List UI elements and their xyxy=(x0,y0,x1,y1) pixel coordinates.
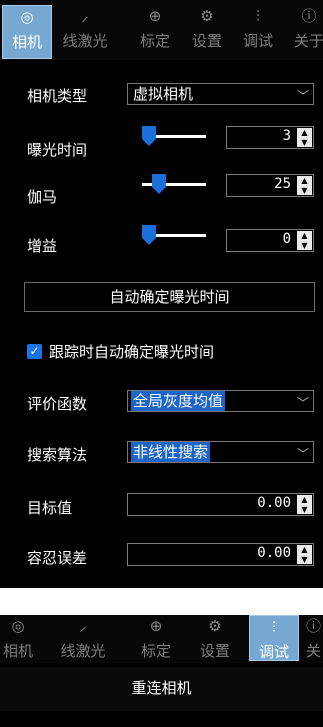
gain-value: 0 xyxy=(282,231,291,247)
tab-camera[interactable]: ◎ 相机 xyxy=(0,615,42,667)
separator xyxy=(0,588,323,615)
tab-calibration[interactable]: ⊕ 标定 xyxy=(132,615,180,667)
tolerance-value: 0.00 xyxy=(257,545,291,561)
settings-icon: ⚙ xyxy=(200,7,214,25)
search-algorithm-select[interactable]: 非线性搜索 ﹀ xyxy=(127,441,314,463)
tab-label: 相机 xyxy=(11,33,42,51)
tab-about[interactable]: ⓘ 关于 xyxy=(285,5,323,57)
slider-thumb[interactable] xyxy=(142,126,156,146)
gain-label: 增益 xyxy=(27,237,58,255)
camera-type-value: 虚拟相机 xyxy=(133,85,194,103)
camera-icon: ◎ xyxy=(11,617,25,635)
tab-label: 相机 xyxy=(2,642,33,660)
slider-thumb[interactable] xyxy=(152,174,166,194)
tuning-icon: ⫶ xyxy=(272,618,276,636)
gain-input[interactable]: 0 ▲ ▼ xyxy=(226,229,314,252)
evaluation-function-select[interactable]: 全局灰度均值 ﹀ xyxy=(127,390,314,412)
tab-debug[interactable]: ⫶ 调试 xyxy=(234,5,282,57)
camera-settings-panel: ◎ 相机 ⸝ 线激光 ⊕ 标定 ⚙ 设置 ⫶ 调试 ⓘ 关于 相机类型 虚拟相机… xyxy=(0,0,323,588)
target-value: 0.00 xyxy=(257,495,291,511)
tab-settings[interactable]: ⚙ 设置 xyxy=(191,615,239,667)
bottom-tab-bar: ◎ 相机 ⸝ 线激光 ⊕ 标定 ⚙ 设置 ⫶ 调试 ⓘ 关 xyxy=(0,615,323,663)
reconnect-camera-button[interactable]: 重连相机 xyxy=(0,667,323,711)
exposure-slider[interactable] xyxy=(142,126,206,148)
info-icon: ⓘ xyxy=(305,617,321,635)
evaluation-function-label: 评价函数 xyxy=(27,395,88,413)
spin-buttons[interactable]: ▲ ▼ xyxy=(297,495,312,514)
track-auto-exposure-checkbox[interactable]: ✓ xyxy=(27,344,42,359)
tab-label: 标定 xyxy=(139,32,170,50)
gamma-input[interactable]: 25 ▲ ▼ xyxy=(226,174,314,197)
laser-line-icon: ⸝ xyxy=(81,7,89,25)
tab-calibration[interactable]: ⊕ 标定 xyxy=(131,5,179,57)
settings-icon: ⚙ xyxy=(208,617,222,635)
debug-panel: ◎ 相机 ⸝ 线激光 ⊕ 标定 ⚙ 设置 ⫶ 调试 ⓘ 关 重连相机 xyxy=(0,615,323,727)
chevron-down-icon: ﹀ xyxy=(296,447,309,461)
info-icon: ⓘ xyxy=(301,7,317,25)
tolerance-label: 容忍误差 xyxy=(27,549,88,567)
exposure-time-value: 3 xyxy=(282,128,291,144)
tab-camera[interactable]: ◎ 相机 xyxy=(2,5,52,59)
spin-buttons[interactable]: ▲ ▼ xyxy=(297,128,312,147)
tab-about[interactable]: ⓘ 关 xyxy=(304,615,323,667)
exposure-time-label: 曝光时间 xyxy=(27,141,88,159)
gamma-label: 伽马 xyxy=(27,188,58,206)
tab-label: 线激光 xyxy=(62,32,108,50)
auto-exposure-button[interactable]: 自动确定曝光时间 xyxy=(24,282,315,312)
tab-label: 线激光 xyxy=(60,642,106,660)
tuning-icon: ⫶ xyxy=(256,7,260,25)
tab-settings[interactable]: ⚙ 设置 xyxy=(183,5,231,57)
top-tab-bar: ◎ 相机 ⸝ 线激光 ⊕ 标定 ⚙ 设置 ⫶ 调试 ⓘ 关于 xyxy=(0,0,323,60)
chevron-down-icon: ﹀ xyxy=(296,89,309,103)
tab-laser-line[interactable]: ⸝ 线激光 xyxy=(51,615,115,667)
search-algorithm-label: 搜索算法 xyxy=(27,446,88,464)
tab-label: 关于 xyxy=(293,32,323,50)
tab-debug[interactable]: ⫶ 调试 xyxy=(249,615,299,661)
tab-label: 标定 xyxy=(140,642,171,660)
tab-label: 设置 xyxy=(191,32,222,50)
camera-type-label: 相机类型 xyxy=(27,87,88,105)
spin-buttons[interactable]: ▲ ▼ xyxy=(297,176,312,195)
target-value-label: 目标值 xyxy=(27,499,73,517)
crosshair-icon: ⊕ xyxy=(149,617,163,635)
exposure-time-input[interactable]: 3 ▲ ▼ xyxy=(226,126,314,149)
tab-label: 关 xyxy=(305,642,321,660)
tab-label: 调试 xyxy=(258,643,289,661)
tab-label: 设置 xyxy=(199,642,230,660)
slider-track xyxy=(142,183,206,186)
tab-laser-line[interactable]: ⸝ 线激光 xyxy=(55,5,115,57)
gain-slider[interactable] xyxy=(142,225,206,247)
spin-buttons[interactable]: ▲ ▼ xyxy=(297,231,312,250)
chevron-down-icon: ﹀ xyxy=(296,396,309,410)
gamma-slider[interactable] xyxy=(142,174,206,196)
crosshair-icon: ⊕ xyxy=(148,7,162,25)
target-value-input[interactable]: 0.00 ▲ ▼ xyxy=(127,493,314,516)
camera-icon: ◎ xyxy=(20,8,34,26)
evaluation-function-value: 全局灰度均值 xyxy=(131,391,226,411)
tab-label: 调试 xyxy=(242,32,273,50)
tolerance-input[interactable]: 0.00 ▲ ▼ xyxy=(127,543,314,566)
gamma-value: 25 xyxy=(274,176,291,192)
track-auto-exposure-label[interactable]: 跟踪时自动确定曝光时间 xyxy=(49,341,214,362)
laser-line-icon: ⸝ xyxy=(79,617,87,635)
search-algorithm-value: 非线性搜索 xyxy=(131,442,211,462)
camera-type-select[interactable]: 虚拟相机 ﹀ xyxy=(127,83,314,105)
slider-thumb[interactable] xyxy=(142,225,156,245)
spin-buttons[interactable]: ▲ ▼ xyxy=(297,545,312,564)
